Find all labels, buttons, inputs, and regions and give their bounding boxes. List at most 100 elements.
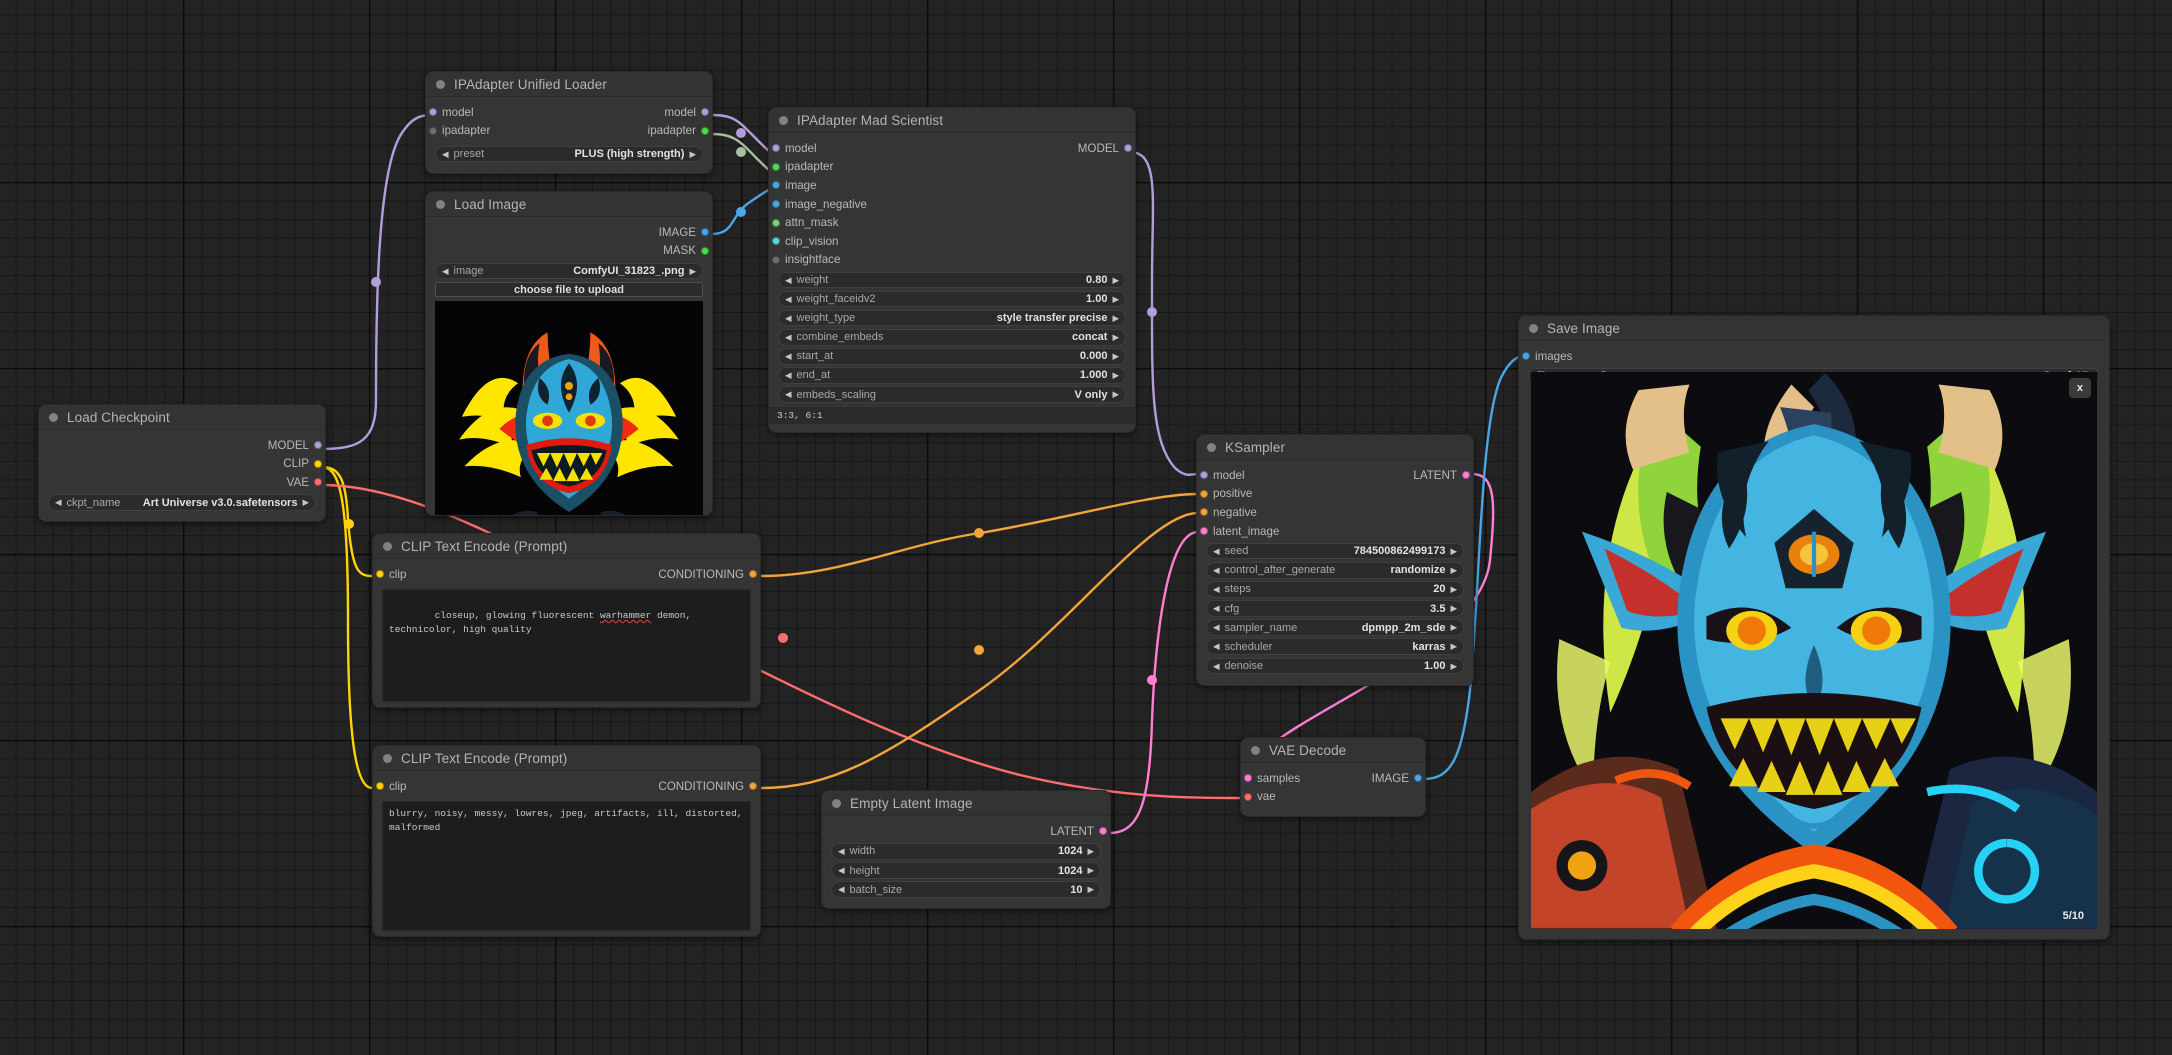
slot-dot-icon[interactable] (314, 459, 322, 468)
output-slot-vae[interactable]: VAE (39, 473, 325, 492)
output-slot-clip[interactable]: CLIP (39, 455, 325, 474)
chevron-left-icon[interactable]: ◀ (838, 885, 845, 894)
collapse-dot-icon[interactable] (436, 79, 445, 89)
input-slot-negative[interactable]: negative (1197, 503, 1473, 522)
output-slot-mask[interactable]: MASK (426, 242, 712, 261)
input-slot-latent-image[interactable]: latent_image (1197, 522, 1473, 541)
node-empty-latent-image[interactable]: Empty Latent Image LATENT ◀ width 1024 ▶… (821, 790, 1111, 910)
collapse-dot-icon[interactable] (49, 412, 58, 422)
input-slot-samples[interactable]: samples (1241, 769, 1425, 788)
input-slot-clip-vision[interactable]: clip_vision (769, 232, 1135, 251)
widget-ckpt-name[interactable]: ◀ ckpt_name Art Universe v3.0.safetensor… (48, 494, 316, 511)
slot-dot-icon[interactable] (376, 570, 384, 579)
node-ipadapter-unified-loader[interactable]: IPAdapter Unified Loader model model ipa… (425, 71, 713, 174)
chevron-right-icon[interactable]: ▶ (302, 498, 309, 507)
chevron-right-icon[interactable]: ▶ (1450, 547, 1457, 556)
collapse-dot-icon[interactable] (1207, 442, 1216, 452)
output-slot-ipadapter[interactable]: ipadapter (648, 122, 712, 141)
chevron-right-icon[interactable]: ▶ (1450, 623, 1457, 632)
chevron-right-icon[interactable]: ▶ (1450, 566, 1457, 575)
node-title-bar[interactable]: VAE Decode (1241, 738, 1425, 763)
chevron-left-icon[interactable]: ◀ (1213, 642, 1220, 651)
negative-prompt-textarea[interactable]: blurry, noisy, messy, lowres, jpeg, arti… (382, 801, 751, 931)
node-title-bar[interactable]: Load Checkpoint (39, 405, 325, 430)
slot-dot-icon[interactable] (376, 782, 384, 791)
collapse-dot-icon[interactable] (1529, 323, 1538, 333)
slot-dot-icon[interactable] (429, 108, 437, 117)
input-slot-ipadapter[interactable]: ipadapter (769, 158, 1135, 177)
chevron-left-icon[interactable]: ◀ (1213, 604, 1220, 613)
chevron-right-icon[interactable]: ▶ (689, 267, 696, 276)
input-slot-clip[interactable]: clip (373, 565, 406, 584)
widget-scheduler[interactable]: ◀ scheduler karras ▶ (1206, 638, 1464, 655)
chevron-right-icon[interactable]: ▶ (1450, 585, 1457, 594)
slot-dot-icon[interactable] (772, 200, 780, 209)
input-slot-positive[interactable]: positive (1197, 485, 1473, 504)
slot-dot-icon[interactable] (1200, 489, 1208, 498)
chevron-right-icon[interactable]: ▶ (1112, 295, 1119, 304)
chevron-left-icon[interactable]: ◀ (785, 276, 792, 285)
input-slot-clip[interactable]: clip (373, 777, 406, 796)
chevron-right-icon[interactable]: ▶ (1087, 885, 1094, 894)
widget-image[interactable]: ◀ image ComfyUI_31823_.png ▶ (435, 262, 703, 280)
collapse-dot-icon[interactable] (779, 115, 788, 125)
chevron-right-icon[interactable]: ▶ (1450, 662, 1457, 671)
slot-dot-icon[interactable] (1200, 527, 1208, 536)
output-slot-image[interactable]: IMAGE (426, 223, 712, 242)
chevron-left-icon[interactable]: ◀ (442, 267, 449, 276)
output-slot-latent[interactable]: LATENT (822, 822, 1110, 841)
chevron-right-icon[interactable]: ▶ (689, 150, 696, 159)
chevron-right-icon[interactable]: ▶ (1112, 333, 1119, 342)
slot-dot-icon[interactable] (701, 246, 709, 255)
collapse-dot-icon[interactable] (436, 199, 445, 209)
chevron-left-icon[interactable]: ◀ (838, 847, 845, 856)
chevron-right-icon[interactable]: ▶ (1450, 642, 1457, 651)
node-ksampler[interactable]: KSampler LATENT model positive negative … (1196, 434, 1474, 686)
collapse-dot-icon[interactable] (383, 541, 392, 551)
choose-file-to-upload-button[interactable]: choose file to upload (435, 282, 703, 298)
close-preview-button[interactable]: x (2068, 378, 2091, 398)
output-slot-conditioning[interactable]: CONDITIONING (658, 777, 760, 796)
slot-dot-icon[interactable] (749, 782, 757, 791)
node-ipadapter-mad-scientist[interactable]: IPAdapter Mad Scientist MODEL model ipad… (768, 107, 1136, 433)
chevron-right-icon[interactable]: ▶ (1112, 276, 1119, 285)
chevron-left-icon[interactable]: ◀ (1213, 623, 1220, 632)
widget-denoise[interactable]: ◀ denoise 1.00 ▶ (1206, 657, 1464, 675)
slot-dot-icon[interactable] (772, 144, 780, 153)
input-slot-images[interactable]: images (1519, 347, 2109, 366)
slot-dot-icon[interactable] (1099, 827, 1107, 836)
chevron-right-icon[interactable]: ▶ (1087, 866, 1094, 875)
widget-seed[interactable]: ◀ seed 784500862499173 ▶ (1206, 542, 1464, 560)
save-image-preview[interactable]: x 5/10 (1531, 372, 2097, 929)
slot-dot-icon[interactable] (701, 126, 709, 135)
chevron-right-icon[interactable]: ▶ (1450, 604, 1457, 613)
widget-control-after-generate[interactable]: ◀ control_after_generate randomize ▶ (1206, 562, 1464, 579)
node-clip-text-encode-negative[interactable]: CLIP Text Encode (Prompt) clip CONDITION… (372, 745, 761, 937)
widget-weight-type[interactable]: ◀ weight_type style transfer precise ▶ (778, 309, 1126, 327)
slot-dot-icon[interactable] (772, 181, 780, 190)
input-slot-attn-mask[interactable]: attn_mask (769, 213, 1135, 232)
chevron-left-icon[interactable]: ◀ (1213, 585, 1220, 594)
slot-dot-icon[interactable] (701, 108, 709, 117)
input-slot-vae[interactable]: vae (1241, 788, 1425, 807)
chevron-left-icon[interactable]: ◀ (55, 498, 62, 507)
comfyui-graph-canvas[interactable]: IPAdapter Unified Loader model model ipa… (0, 0, 2172, 1055)
slot-dot-icon[interactable] (772, 255, 780, 264)
chevron-left-icon[interactable]: ◀ (785, 314, 792, 323)
chevron-right-icon[interactable]: ▶ (1112, 314, 1119, 323)
node-title-bar[interactable]: Save Image (1519, 316, 2109, 341)
input-slot-model[interactable]: model (426, 103, 474, 122)
collapse-dot-icon[interactable] (383, 753, 392, 763)
widget-sampler-name[interactable]: ◀ sampler_name dpmpp_2m_sde ▶ (1206, 619, 1464, 636)
slot-dot-icon[interactable] (314, 478, 322, 487)
chevron-right-icon[interactable]: ▶ (1112, 390, 1119, 399)
slot-dot-icon[interactable] (1522, 352, 1530, 361)
widget-end-at[interactable]: ◀ end_at 1.000 ▶ (778, 367, 1126, 384)
widget-start-at[interactable]: ◀ start_at 0.000 ▶ (778, 348, 1126, 365)
chevron-right-icon[interactable]: ▶ (1112, 371, 1119, 380)
input-slot-model[interactable]: model (1197, 466, 1473, 485)
slot-dot-icon[interactable] (772, 237, 780, 246)
input-slot-image[interactable]: image (769, 176, 1135, 195)
chevron-left-icon[interactable]: ◀ (442, 150, 449, 159)
widget-preset[interactable]: ◀ preset PLUS (high strength) ▶ (435, 145, 703, 163)
